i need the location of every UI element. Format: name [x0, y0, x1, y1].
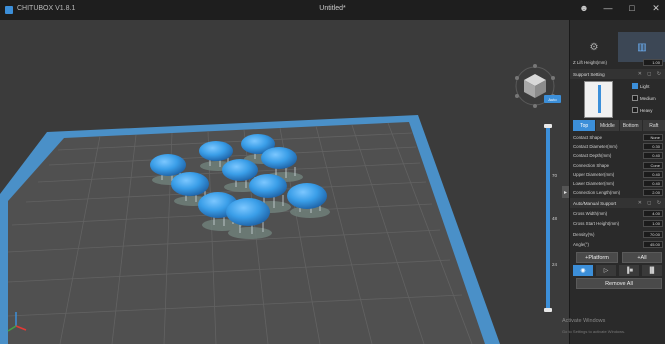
field-row: Contact Shape None	[573, 133, 663, 142]
density-light-option[interactable]: Light	[632, 83, 650, 89]
field-row: Contact Depth(mm) 0.40	[573, 151, 663, 160]
angle-field[interactable]: 45.00	[643, 241, 663, 248]
lower-diameter-field[interactable]: 0.40	[643, 180, 663, 187]
density-medium-option[interactable]: Medium	[632, 95, 656, 101]
field-row: Upper Diameter(mm) 0.40	[573, 170, 663, 179]
layer-slider-bottom-handle[interactable]	[544, 308, 552, 312]
upper-diameter-field[interactable]: 0.40	[643, 171, 663, 178]
support-setting-label: Support Setting	[573, 71, 605, 77]
panel-collapse-icon[interactable]: ▸	[562, 186, 569, 198]
pointer-icon[interactable]: ▷	[596, 265, 616, 276]
lift-height-row: Z Lift Height(mm) 1.00	[573, 58, 663, 67]
layer-tick-label: 70	[552, 173, 558, 178]
layer-tick-label: 48	[552, 216, 558, 221]
support-setting-actions-icon[interactable]: ✕ ◻ ↻	[638, 71, 663, 77]
model-10	[287, 183, 327, 209]
tab-middle[interactable]: Middle	[596, 120, 619, 131]
field-row: Connection Shape Cone	[573, 161, 663, 170]
remove-all-button[interactable]: Remove All	[576, 278, 662, 289]
activate-windows-title: Activate Windows	[562, 318, 606, 324]
checkbox-icon[interactable]	[632, 95, 638, 101]
layer-slider-top-handle[interactable]	[544, 124, 552, 128]
tab-top[interactable]: Top	[573, 120, 596, 131]
support-part-tabs: Top Middle Bottom Raft	[573, 120, 665, 131]
layer-tick-label: 24	[552, 262, 558, 267]
connection-shape-select[interactable]: Cone	[643, 162, 663, 169]
field-row: Density(%) 70.00	[573, 230, 663, 239]
tab-bottom[interactable]: Bottom	[619, 120, 642, 131]
add-all-support-button[interactable]: +All	[622, 252, 662, 263]
auto-manual-support-section[interactable]: Auto/Manual Support ✕ ◻ ↻	[570, 198, 665, 208]
support-preview-image	[584, 81, 613, 118]
user-icon[interactable]: ☻	[579, 3, 589, 14]
model-6	[261, 147, 297, 169]
density-heavy-option[interactable]: Heavy	[632, 107, 652, 113]
line-support-icon[interactable]: ▐▌	[642, 265, 662, 276]
close-icon[interactable]: ✕	[651, 3, 661, 14]
connection-length-field[interactable]: 2.00	[643, 189, 663, 196]
auto-button[interactable]: Auto	[544, 95, 561, 103]
add-support-icon[interactable]: ▐■	[619, 265, 639, 276]
add-platform-support-button[interactable]: +Platform	[576, 252, 618, 263]
cross-start-height-field[interactable]: 1.00	[643, 220, 663, 227]
field-row: Lower Diameter(mm) 0.40	[573, 179, 663, 188]
title-bar: CHITUBOX V1.8.1 Untitled* ☻ — □ ✕	[0, 0, 665, 21]
minimize-icon[interactable]: —	[603, 3, 613, 14]
density-field[interactable]: 70.00	[643, 231, 663, 238]
cross-width-field[interactable]: 4.00	[643, 210, 663, 217]
field-row: Cross Width(mm) 4.00	[573, 209, 663, 218]
auto-manual-label: Auto/Manual Support	[573, 200, 617, 206]
auto-manual-actions-icon[interactable]: ✕ ◻ ↻	[638, 200, 663, 206]
model-1	[150, 154, 186, 176]
lift-height-label: Z Lift Height(mm)	[573, 60, 607, 65]
model-2	[199, 141, 233, 161]
model-4	[171, 172, 209, 196]
model-8	[249, 174, 287, 198]
document-title: Untitled*	[319, 5, 346, 12]
eye-icon[interactable]: ◉	[573, 265, 593, 276]
contact-shape-select[interactable]: None	[643, 134, 663, 141]
checkbox-icon[interactable]	[632, 107, 638, 113]
3d-viewport[interactable]: Auto 70 48 24 ▸	[0, 20, 569, 344]
activate-windows-subtitle: Go to Settings to activate Windows.	[562, 329, 626, 334]
support-setting-section[interactable]: Support Setting ✕ ◻ ↻	[570, 69, 665, 79]
contact-diameter-field[interactable]: 0.30	[643, 143, 663, 150]
contact-depth-field[interactable]: 0.40	[643, 152, 663, 159]
field-row: Contact Diameter(mm) 0.30	[573, 142, 663, 151]
support-settings-panel: ⚙ ▥ Z Lift Height(mm) 1.00 Support Setti…	[569, 20, 665, 344]
field-row: Cross Start Height(mm) 1.00	[573, 219, 663, 228]
maximize-icon[interactable]: □	[627, 3, 637, 14]
checkbox-icon[interactable]	[632, 83, 638, 89]
build-plate-scene	[0, 64, 555, 344]
lift-height-field[interactable]: 1.00	[643, 59, 663, 66]
tab-raft[interactable]: Raft	[642, 120, 665, 131]
model-9	[226, 198, 270, 226]
field-row: Connection Length(mm) 2.00	[573, 188, 663, 197]
field-row: Angle(°) 45.00	[573, 240, 663, 249]
layer-slider[interactable]	[546, 124, 550, 310]
model-5	[222, 159, 258, 181]
